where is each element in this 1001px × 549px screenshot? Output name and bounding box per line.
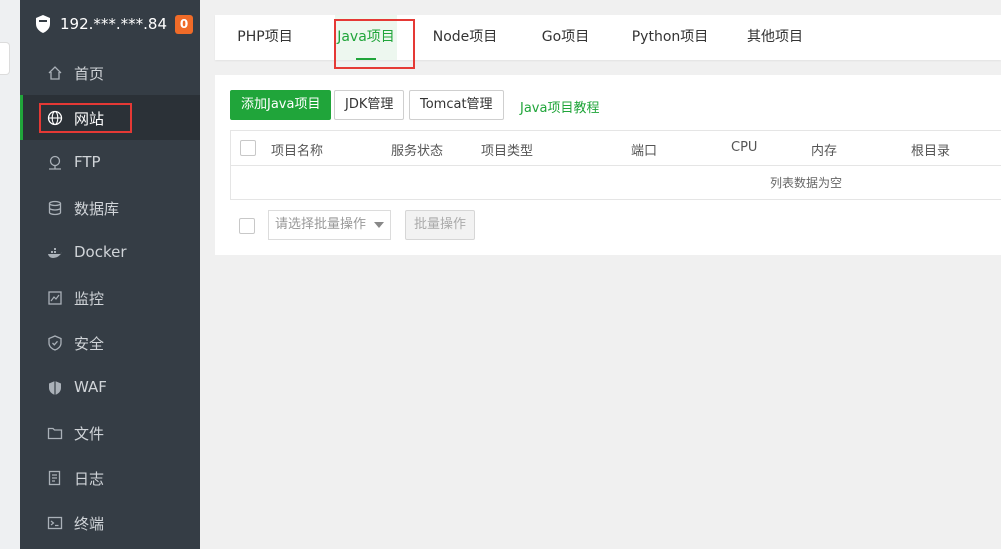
- batch-select-placeholder: 请选择批量操作: [275, 217, 367, 232]
- sidebar-item-label: 首页: [74, 65, 105, 83]
- monitor-icon: [48, 291, 62, 305]
- project-tabs: PHP项目 Java项目 Node项目 Go项目 Python项目 其他项目: [215, 15, 1001, 60]
- server-ip: 192.***.***.84: [60, 15, 168, 33]
- tab-php[interactable]: PHP项目: [215, 15, 315, 60]
- jdk-manage-button[interactable]: JDK管理: [334, 90, 405, 120]
- sidebar-item-files[interactable]: 文件: [20, 410, 200, 455]
- sidebar-item-terminal[interactable]: 终端: [20, 500, 200, 545]
- tab-underline: [356, 58, 376, 60]
- sidebar-item-logs[interactable]: 日志: [20, 455, 200, 500]
- tab-other[interactable]: 其他项目: [741, 15, 809, 60]
- column-header[interactable]: 根目录: [911, 140, 950, 159]
- docker-icon: [48, 248, 62, 258]
- java-tutorial-link[interactable]: Java项目教程: [520, 97, 599, 116]
- server-logo-icon: [36, 15, 50, 33]
- column-header[interactable]: 内存: [811, 140, 837, 159]
- column-header[interactable]: 项目名称: [271, 140, 323, 159]
- column-header[interactable]: 服务状态: [391, 140, 443, 159]
- column-header[interactable]: 项目类型: [481, 140, 533, 159]
- sidebar-item-home[interactable]: 首页: [20, 50, 200, 95]
- sidebar-item-ftp[interactable]: FTP: [20, 140, 200, 185]
- active-indicator: [20, 95, 23, 140]
- sidebar-item-label: WAF: [74, 378, 107, 396]
- sidebar-item-label: 监控: [74, 290, 105, 308]
- folder-icon: [47, 427, 63, 440]
- project-table: 项目名称 服务状态 项目类型 端口 CPU 内存 根目录 列表数据为空: [230, 130, 1001, 200]
- tab-go[interactable]: Go项目: [533, 15, 598, 60]
- column-header[interactable]: CPU: [731, 140, 757, 155]
- sidebar-item-monitor[interactable]: 监控: [20, 275, 200, 320]
- globe-icon: [47, 110, 63, 126]
- sidebar-item-docker[interactable]: Docker: [20, 230, 200, 275]
- batch-operation-select[interactable]: 请选择批量操作: [268, 210, 391, 240]
- sidebar-item-label: 安全: [74, 335, 105, 353]
- sidebar-item-label: 网站: [74, 110, 105, 128]
- sidebar-item-waf[interactable]: WAF: [20, 365, 200, 410]
- batch-select-checkbox[interactable]: [239, 218, 255, 234]
- empty-table-message: 列表数据为空: [769, 176, 842, 190]
- sidebar-item-label: FTP: [74, 153, 101, 171]
- database-icon: [48, 200, 62, 216]
- log-icon: [48, 470, 61, 486]
- tab-java-label: Java项目: [337, 29, 395, 45]
- batch-operation-button[interactable]: 批量操作: [405, 210, 475, 240]
- terminal-icon: [47, 516, 63, 530]
- waf-icon: [49, 381, 61, 395]
- sidebar-item-website[interactable]: 网站: [20, 95, 200, 140]
- table-header: 项目名称 服务状态 项目类型 端口 CPU 内存 根目录: [231, 131, 1001, 166]
- tomcat-manage-button[interactable]: Tomcat管理: [409, 90, 504, 120]
- chevron-down-icon: [374, 222, 384, 228]
- tab-node[interactable]: Node项目: [425, 15, 505, 60]
- tab-java[interactable]: Java项目: [335, 15, 397, 60]
- sidebar-item-label: 终端: [74, 515, 105, 533]
- server-header: 192.***.***.84 0: [20, 0, 200, 50]
- home-icon: [48, 66, 62, 80]
- sidebar-item-security[interactable]: 安全: [20, 320, 200, 365]
- sidebar-item-label: 文件: [74, 425, 105, 443]
- collapse-handle[interactable]: [0, 42, 10, 75]
- sidebar-item-label: 数据库: [74, 200, 120, 218]
- select-all-checkbox[interactable]: [240, 140, 256, 156]
- sidebar-item-database[interactable]: 数据库: [20, 185, 200, 230]
- sidebar-item-label: 日志: [74, 470, 105, 488]
- sidebar-item-label: Docker: [74, 243, 127, 261]
- main-panel: 添加Java项目 JDK管理 Tomcat管理 Java项目教程 项目名称 服务…: [215, 75, 1001, 255]
- add-java-project-button[interactable]: 添加Java项目: [230, 90, 332, 120]
- notification-badge[interactable]: 0: [175, 15, 193, 34]
- left-edge-strip: [0, 0, 20, 549]
- sidebar: 192.***.***.84 0 首页 网站 FTP 数据库 Docker 监控…: [20, 0, 200, 549]
- column-header[interactable]: 端口: [631, 140, 657, 159]
- shield-icon: [48, 335, 62, 351]
- tab-python[interactable]: Python项目: [627, 15, 713, 60]
- ftp-icon: [49, 155, 61, 170]
